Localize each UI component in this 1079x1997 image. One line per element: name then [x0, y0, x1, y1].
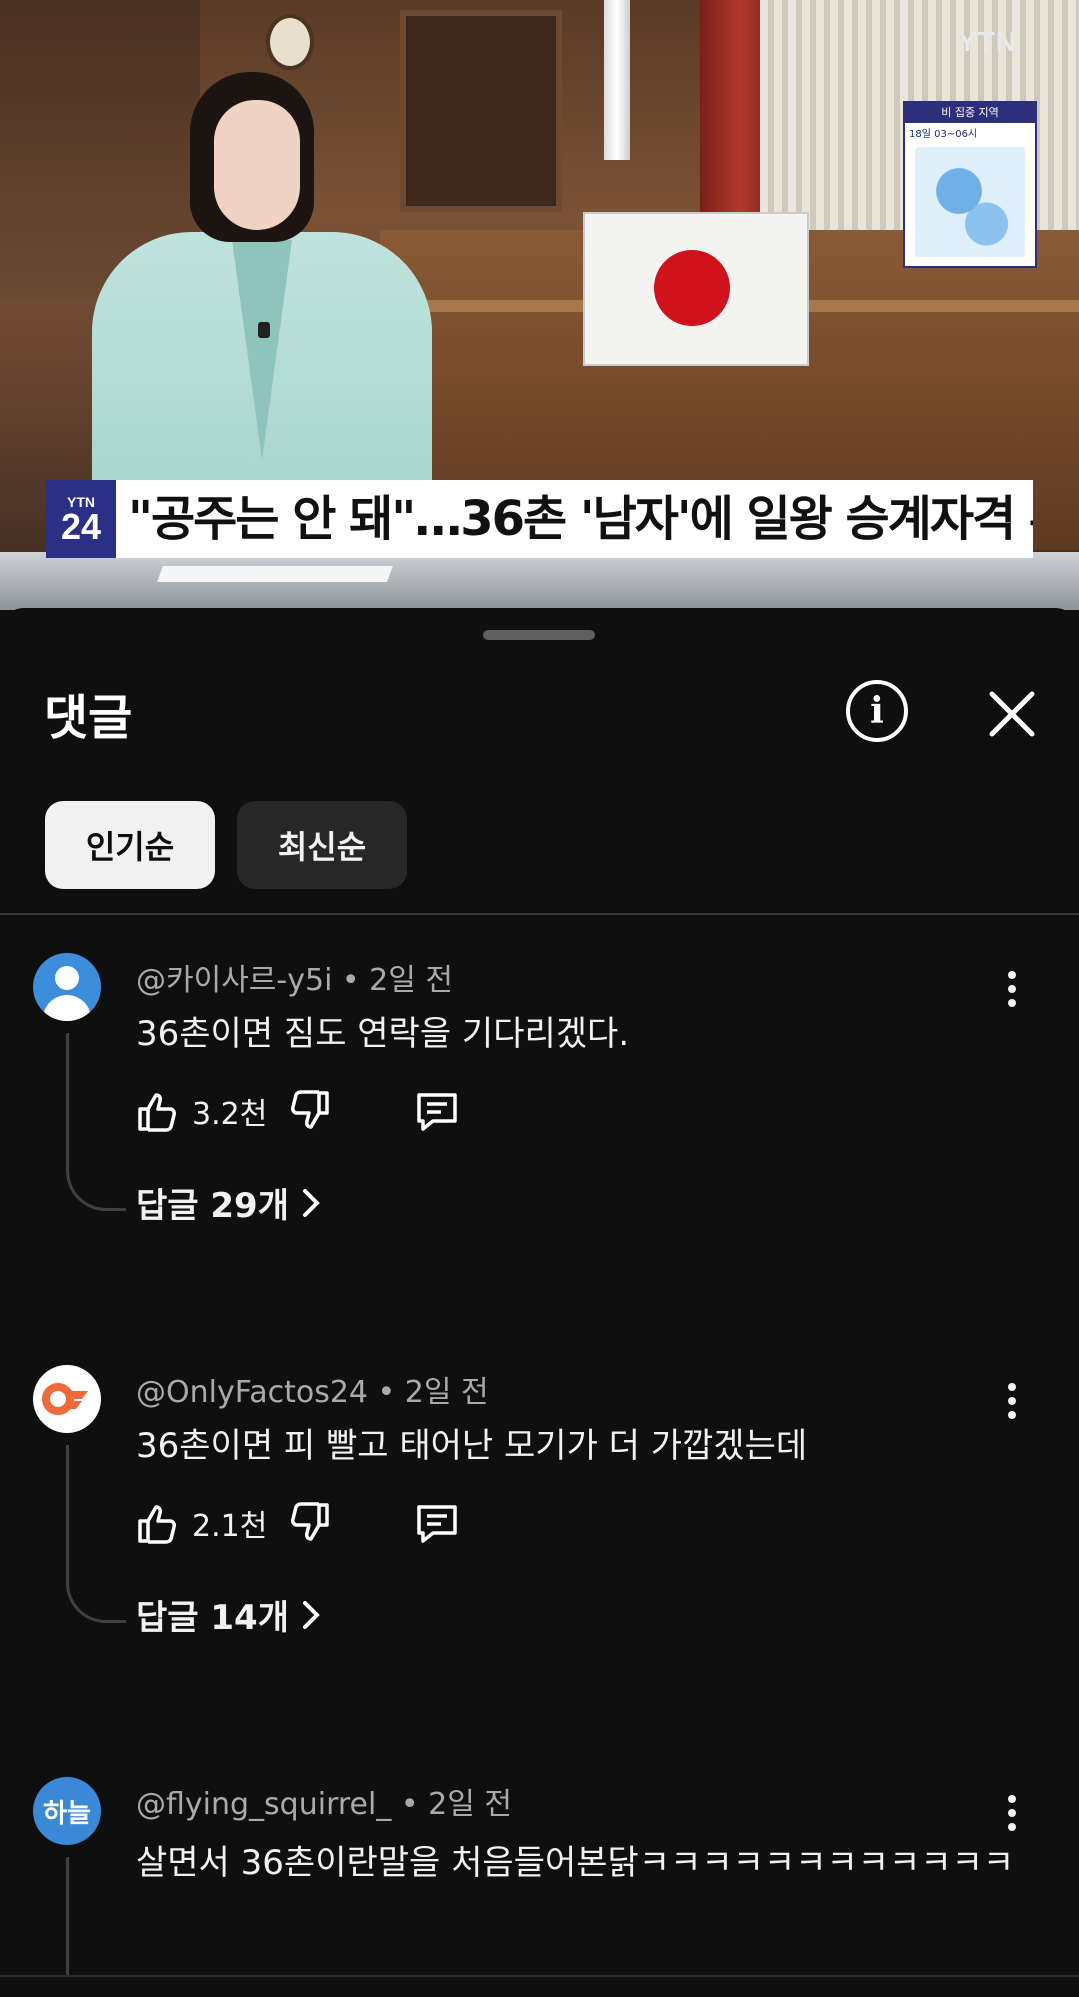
weather-map	[915, 147, 1025, 257]
comment-text: 36촌이면 피 빨고 태어난 모기가 더 가깝겠는데	[136, 1426, 808, 1466]
chevron-right-icon	[303, 1600, 320, 1629]
onlyfans-logo-icon	[42, 1383, 88, 1415]
view-replies-button[interactable]: 답글 29개	[136, 1178, 321, 1227]
avatar-initials: 하늘	[43, 1798, 91, 1829]
comment-text: 살면서 36촌이란말을 처음들어본닭ㅋㅋㅋㅋㅋㅋㅋㅋㅋㅋㅋㅋ	[136, 1843, 1015, 1883]
wall-clock	[266, 14, 314, 70]
weather-time: 18일 03~06시	[909, 129, 978, 140]
japan-flag-sun	[654, 250, 730, 326]
channel-logo: YTN	[958, 26, 1017, 57]
dot-icon	[1008, 971, 1016, 979]
ytn24-badge: YTN 24	[46, 480, 116, 558]
comment-text: 36촌이면 짐도 연락을 기다리겠다.	[136, 1014, 630, 1054]
comment-actions: 2.1천	[134, 1493, 461, 1553]
thumbs-up-icon[interactable]	[134, 1087, 182, 1135]
comment-author-time[interactable]: @카이사르-y5i • 2일 전	[136, 955, 453, 999]
view-replies-button[interactable]: 답글 14개	[136, 1590, 321, 1639]
divider	[0, 913, 1079, 915]
background-panel	[400, 10, 562, 212]
like-count: 2.1천	[192, 1509, 268, 1544]
video-player[interactable]: YTN 비 집중 지역 18일 03~06시 YTN 24 "공주는 안 돼"……	[0, 0, 1079, 610]
dot-icon	[1008, 985, 1016, 993]
close-button[interactable]	[986, 688, 1038, 740]
weather-title: 비 집중 지역	[905, 103, 1035, 123]
dot-icon	[1008, 1823, 1016, 1831]
thumbs-up-icon[interactable]	[134, 1499, 182, 1547]
flag-pole	[604, 0, 630, 160]
info-icon: i	[870, 690, 884, 732]
dot-icon	[1008, 1397, 1016, 1405]
dot-icon	[1008, 1809, 1016, 1817]
dot-icon	[1008, 999, 1016, 1007]
news-anchor-face	[214, 100, 300, 230]
sort-chip-popular[interactable]: 인기순	[45, 801, 215, 889]
default-user-avatar-body	[43, 995, 91, 1021]
thumbs-down-icon[interactable]	[285, 1087, 333, 1135]
desk-paper	[157, 566, 393, 582]
close-icon	[989, 691, 1035, 737]
sheet-title: 댓글	[44, 690, 133, 746]
comment-author-time[interactable]: @OnlyFactos24 • 2일 전	[136, 1367, 489, 1411]
lapel-mic	[258, 322, 270, 338]
sort-chip-newest[interactable]: 최신순	[237, 801, 407, 889]
avatar[interactable]: 하늘	[33, 1777, 101, 1845]
thumbs-down-icon[interactable]	[285, 1499, 333, 1547]
badge-number: 24	[60, 506, 102, 547]
chevron-right-icon	[303, 1188, 320, 1217]
default-user-avatar-head	[55, 966, 79, 990]
like-count: 3.2천	[192, 1097, 268, 1132]
reply-icon[interactable]	[413, 1499, 461, 1547]
thread-line	[66, 1445, 69, 1583]
replies-label: 답글 29개	[136, 1186, 289, 1226]
drag-handle[interactable]	[483, 630, 595, 640]
dot-icon	[1008, 1383, 1016, 1391]
headline-text: "공주는 안 돼"…36촌 '남자'에 일왕 승계자격 부여	[128, 491, 1033, 547]
weather-inset: 비 집중 지역 18일 03~06시	[903, 101, 1037, 268]
avatar[interactable]	[33, 953, 101, 1021]
dot-icon	[1008, 1795, 1016, 1803]
replies-label: 답글 14개	[136, 1598, 289, 1638]
bottom-divider	[0, 1975, 1079, 1977]
avatar[interactable]	[33, 1365, 101, 1433]
reply-icon[interactable]	[413, 1087, 461, 1135]
dot-icon	[1008, 1411, 1016, 1419]
thread-line	[66, 1857, 69, 1977]
comment-actions: 3.2천	[134, 1081, 461, 1141]
thread-line	[66, 1033, 69, 1171]
news-headline-banner: YTN 24 "공주는 안 돼"…36촌 '남자'에 일왕 승계자격 부여	[46, 480, 1033, 558]
comment-author-time[interactable]: @flying_squirrel_ • 2일 전	[136, 1779, 512, 1823]
info-button[interactable]: i	[846, 680, 908, 742]
